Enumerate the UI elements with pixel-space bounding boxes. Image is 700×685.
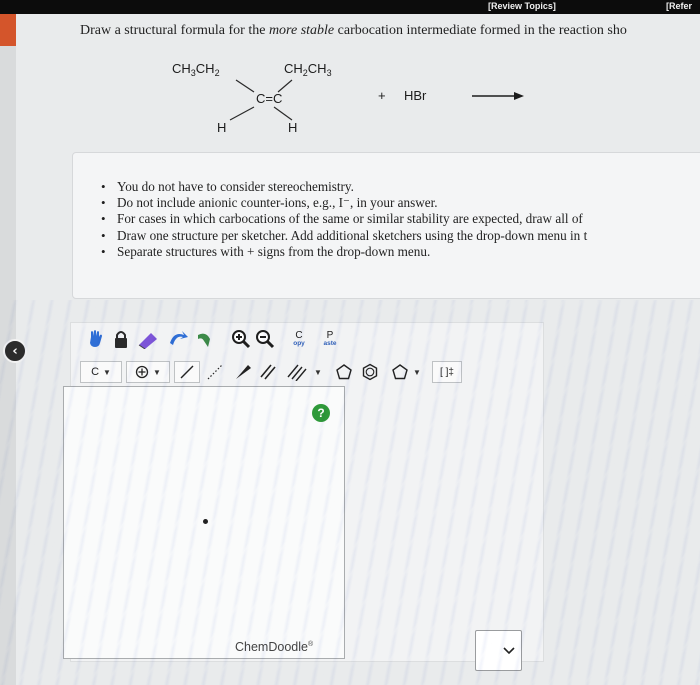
reaction-scheme: CH3CH2 CH2CH3 C=C H H + HBr (172, 61, 524, 135)
references-link[interactable]: [Refer (666, 1, 692, 11)
instruction-item: Draw one structure per sketcher. Add add… (101, 228, 587, 244)
zoom-in-icon[interactable] (230, 326, 252, 352)
instructions-list: You do not have to consider stereochemis… (101, 179, 587, 260)
zoom-out-icon[interactable] (254, 326, 276, 352)
instruction-item: For cases in which carbocations of the s… (101, 211, 587, 227)
element-dropdown[interactable]: C ▼ (80, 361, 122, 383)
side-tab[interactable] (0, 14, 16, 46)
benzene-icon[interactable] (358, 359, 382, 385)
instructions-panel: You do not have to consider stereochemis… (72, 152, 700, 299)
question-prompt: Draw a structural formula for the more s… (80, 23, 627, 38)
flip-icon[interactable] (192, 326, 216, 352)
plus-sign: + (378, 88, 386, 103)
charge-plus-icon (135, 365, 149, 379)
hand-tool-icon[interactable] (84, 326, 108, 352)
ethyl-group-right: CH2CH3 (284, 61, 332, 78)
instruction-item: Do not include anionic counter-ions, e.g… (101, 195, 587, 211)
hashed-bond-icon[interactable] (202, 359, 228, 385)
single-bond-button[interactable] (174, 361, 200, 383)
chevron-down-icon (503, 646, 515, 654)
lasso-lock-icon[interactable] (110, 326, 132, 352)
rotate-icon[interactable] (164, 326, 192, 352)
ethyl-group-left: CH3CH2 (172, 61, 220, 78)
instruction-item: Separate structures with + signs from th… (101, 244, 587, 260)
bracket-button[interactable]: [ ]‡ (432, 361, 462, 383)
top-bar: [Review Topics] [Refer (0, 0, 700, 14)
ring-dropdown[interactable]: ▼ (384, 359, 428, 385)
canvas-dot (203, 519, 208, 524)
hydrogen-right: H (288, 120, 297, 135)
triple-bond-dropdown[interactable]: ▼ (282, 359, 326, 385)
left-gutter (0, 46, 16, 685)
wedge-bond-icon[interactable] (230, 359, 256, 385)
help-button[interactable]: ? (312, 404, 330, 422)
instruction-item: You do not have to consider stereochemis… (101, 179, 587, 195)
double-bond-icon[interactable] (256, 359, 280, 385)
cyclopentane-icon[interactable] (332, 359, 356, 385)
review-topics-link[interactable]: [Review Topics] (488, 1, 556, 11)
paste-button[interactable]: P aste (318, 327, 342, 353)
reagent-hbr: HBr (404, 88, 427, 103)
reaction-arrow (472, 92, 524, 100)
collapse-arrow-icon[interactable]: ‹ (3, 339, 27, 363)
alkene-center: C=C (256, 91, 282, 106)
charge-dropdown[interactable]: ▼ (126, 361, 170, 383)
eraser-icon[interactable] (134, 326, 162, 352)
sketcher-add-dropdown[interactable] (475, 630, 522, 671)
copy-button[interactable]: C opy (288, 327, 310, 353)
hydrogen-left: H (217, 120, 226, 135)
chemdoodle-brand: ChemDoodle® (235, 640, 314, 654)
